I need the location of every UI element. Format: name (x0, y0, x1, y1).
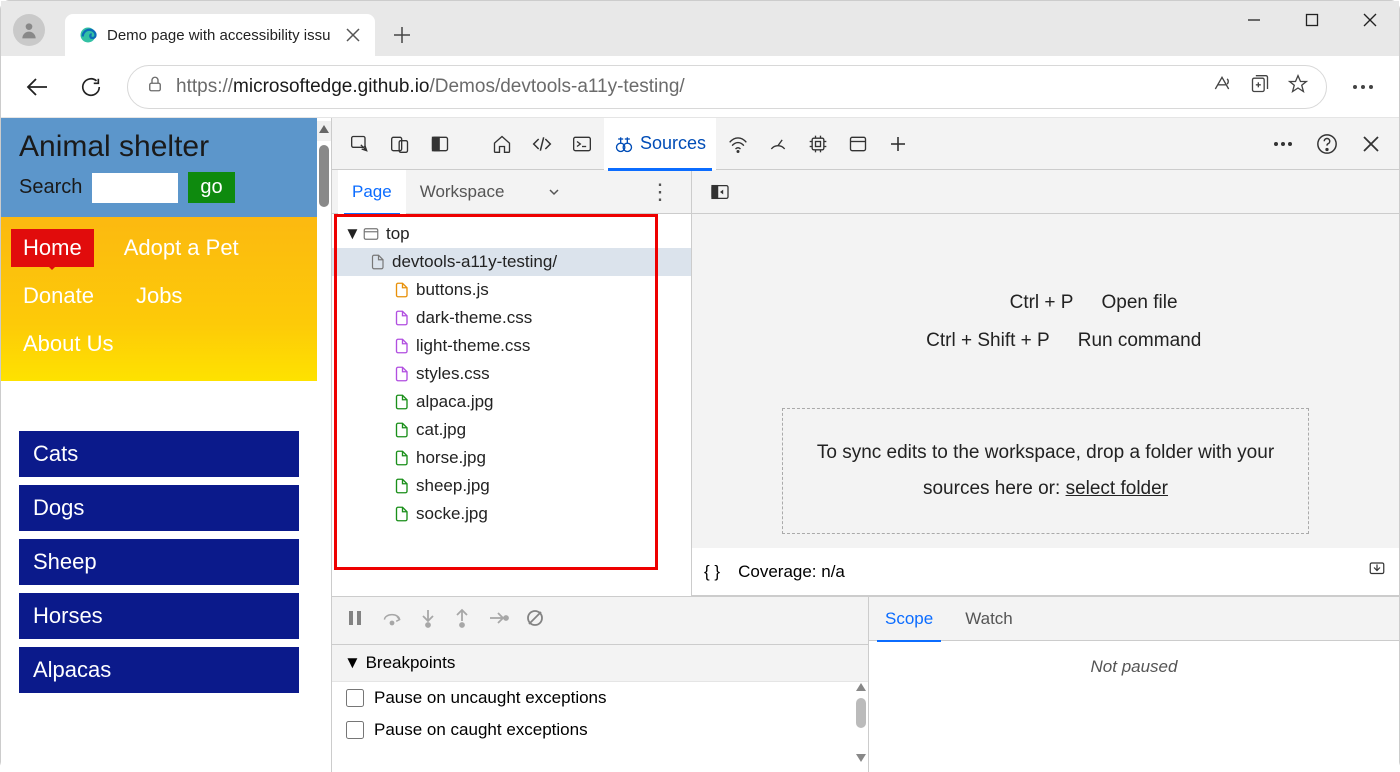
tab-close-icon[interactable] (345, 27, 361, 43)
page-subtab[interactable]: Page (338, 170, 406, 214)
console-tab-icon[interactable] (564, 126, 600, 162)
toggle-navigator-icon[interactable] (702, 174, 738, 210)
elements-tab-icon[interactable] (524, 126, 560, 162)
menu-button[interactable] (1345, 69, 1381, 105)
back-button[interactable] (19, 69, 55, 105)
tree-file[interactable]: sheep.jpg (332, 472, 691, 500)
tree-file[interactable]: cat.jpg (332, 416, 691, 444)
select-folder-link[interactable]: select folder (1066, 478, 1168, 499)
maximize-button[interactable] (1283, 1, 1341, 39)
application-tab-icon[interactable] (840, 126, 876, 162)
address-bar: https://microsoftedge.github.io/Demos/de… (1, 56, 1399, 118)
page-nav: Home Adopt a Pet Donate Jobs About Us (1, 217, 317, 381)
deactivate-breakpoints-icon[interactable] (526, 609, 544, 632)
read-aloud-icon[interactable] (1212, 74, 1232, 99)
tree-file[interactable]: light-theme.css (332, 332, 691, 360)
close-window-button[interactable] (1341, 1, 1399, 39)
workspace-dropzone[interactable]: To sync edits to the workspace, drop a f… (782, 408, 1309, 534)
browser-tab[interactable]: Demo page with accessibility issu (65, 14, 375, 56)
tree-file[interactable]: styles.css (332, 360, 691, 388)
coverage-bar: { } Coverage: n/a (692, 548, 1399, 596)
step-into-icon[interactable] (420, 609, 436, 632)
favorite-icon[interactable] (1288, 74, 1308, 99)
navigator-more-icon[interactable]: ⋮ (635, 179, 685, 205)
breakpoints-header[interactable]: ▼ Breakpoints (332, 645, 868, 682)
network-tab-icon[interactable] (720, 126, 756, 162)
tree-file[interactable]: alpaca.jpg (332, 388, 691, 416)
tree-file[interactable]: horse.jpg (332, 444, 691, 472)
tree-file[interactable]: socke.jpg (332, 500, 691, 528)
page-title: Animal shelter (19, 130, 299, 164)
inspect-element-icon[interactable] (342, 126, 378, 162)
dock-icon[interactable] (422, 126, 458, 162)
bp-caught[interactable]: Pause on caught exceptions (332, 714, 868, 746)
go-button[interactable]: go (188, 172, 234, 203)
watch-tab[interactable]: Watch (949, 597, 1029, 641)
page-scrollbar[interactable] (317, 121, 331, 772)
nav-home[interactable]: Home (11, 229, 94, 267)
pause-icon[interactable] (346, 609, 364, 632)
nav-jobs[interactable]: Jobs (124, 277, 194, 315)
step-out-icon[interactable] (454, 609, 470, 632)
url-input[interactable]: https://microsoftedge.github.io/Demos/de… (127, 65, 1327, 109)
profile-avatar[interactable] (13, 14, 45, 46)
window-controls (1225, 1, 1399, 39)
tab-title: Demo page with accessibility issu (107, 27, 335, 44)
step-over-icon[interactable] (382, 609, 402, 632)
browser-titlebar: Demo page with accessibility issu (1, 1, 1399, 56)
animal-item[interactable]: Cats (19, 431, 299, 477)
step-icon[interactable] (488, 610, 508, 631)
lock-icon (146, 75, 164, 98)
animal-item[interactable]: Sheep (19, 539, 299, 585)
tree-folder[interactable]: devtools-a11y-testing/ (332, 248, 691, 276)
tree-top[interactable]: ▼ top (332, 220, 691, 248)
sources-tab[interactable]: Sources (604, 118, 716, 170)
device-toggle-icon[interactable] (382, 126, 418, 162)
tree-file[interactable]: dark-theme.css (332, 304, 691, 332)
performance-tab-icon[interactable] (760, 126, 796, 162)
scope-tab[interactable]: Scope (869, 597, 949, 641)
pretty-print-icon[interactable]: { } (704, 562, 720, 582)
more-tabs-icon[interactable] (880, 126, 916, 162)
animal-item[interactable]: Alpacas (19, 647, 299, 693)
bp-uncaught[interactable]: Pause on uncaught exceptions (332, 682, 868, 714)
debugger-controls (332, 597, 868, 645)
animal-list: Cats Dogs Sheep Horses Alpacas (1, 381, 317, 693)
help-icon[interactable] (1309, 126, 1345, 162)
sources-navigator: Page Workspace ⋮ ▼ top devtoo (332, 170, 692, 596)
workspace-subtab[interactable]: Workspace (406, 170, 575, 214)
animal-item[interactable]: Dogs (19, 485, 299, 531)
collections-icon[interactable] (1250, 74, 1270, 99)
devtools-close-icon[interactable] (1353, 126, 1389, 162)
search-label: Search (19, 176, 82, 199)
edge-favicon-icon (79, 26, 97, 44)
search-input[interactable] (92, 173, 178, 203)
minimize-button[interactable] (1225, 1, 1283, 39)
tree-file[interactable]: buttons.js (332, 276, 691, 304)
not-paused-label: Not paused (869, 641, 1399, 693)
devtools-toolbar: Sources (332, 118, 1399, 170)
animal-item[interactable]: Horses (19, 593, 299, 639)
page-viewport: Animal shelter Search go Home Adopt a Pe… (1, 118, 331, 772)
nav-donate[interactable]: Donate (11, 277, 106, 315)
devtools-settings-icon[interactable] (1265, 126, 1301, 162)
memory-tab-icon[interactable] (800, 126, 836, 162)
nav-about[interactable]: About Us (11, 325, 126, 363)
new-tab-button[interactable] (385, 18, 419, 52)
welcome-tab-icon[interactable] (484, 126, 520, 162)
download-icon[interactable] (1367, 560, 1387, 583)
devtools-panel: Sources Page Workspace ⋮ (331, 118, 1399, 772)
url-text: https://microsoftedge.github.io/Demos/de… (176, 76, 1200, 98)
refresh-button[interactable] (73, 69, 109, 105)
nav-adopt[interactable]: Adopt a Pet (112, 229, 251, 267)
breakpoints-scrollbar[interactable] (856, 678, 866, 767)
sources-editor-empty: Ctrl + POpen file Ctrl + Shift + PRun co… (692, 214, 1399, 548)
